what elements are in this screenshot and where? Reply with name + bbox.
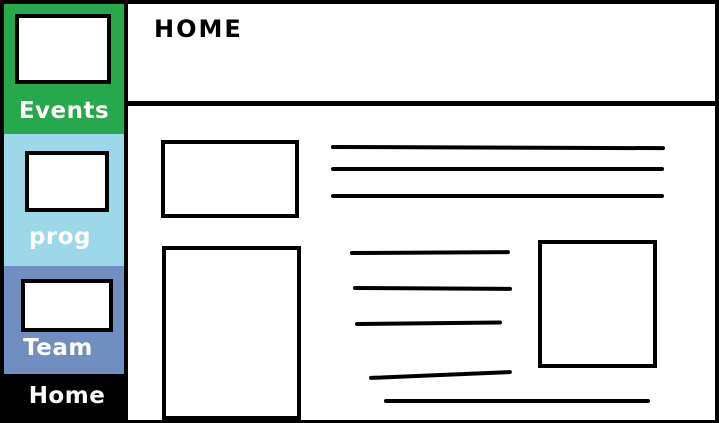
text-line-placeholder (331, 194, 664, 198)
text-line-placeholder (331, 167, 664, 171)
text-line-placeholder (384, 399, 650, 403)
sidebar: Events prog Team Home (4, 4, 124, 420)
sidebar-item-label: prog (28, 224, 92, 250)
events-thumbnail (15, 14, 111, 84)
header: HOME (128, 4, 715, 102)
page-title: HOME (154, 15, 243, 43)
sidebar-item-label: Team (23, 335, 93, 361)
sidebar-item-events[interactable]: Events (4, 4, 124, 134)
sidebar-item-label: Events (18, 98, 110, 124)
text-line-placeholder (352, 286, 513, 291)
image-placeholder (161, 140, 299, 218)
prog-thumbnail (25, 151, 109, 212)
text-line-placeholder (349, 250, 511, 255)
header-divider (128, 101, 715, 106)
image-placeholder (162, 246, 301, 420)
sidebar-item-label: Home (28, 383, 106, 409)
sidebar-item-home[interactable]: Home (4, 374, 124, 420)
team-thumbnail (21, 279, 113, 332)
sidebar-item-team[interactable]: Team (4, 266, 124, 374)
sidebar-item-prog[interactable]: prog (4, 134, 124, 266)
image-placeholder (538, 240, 657, 368)
